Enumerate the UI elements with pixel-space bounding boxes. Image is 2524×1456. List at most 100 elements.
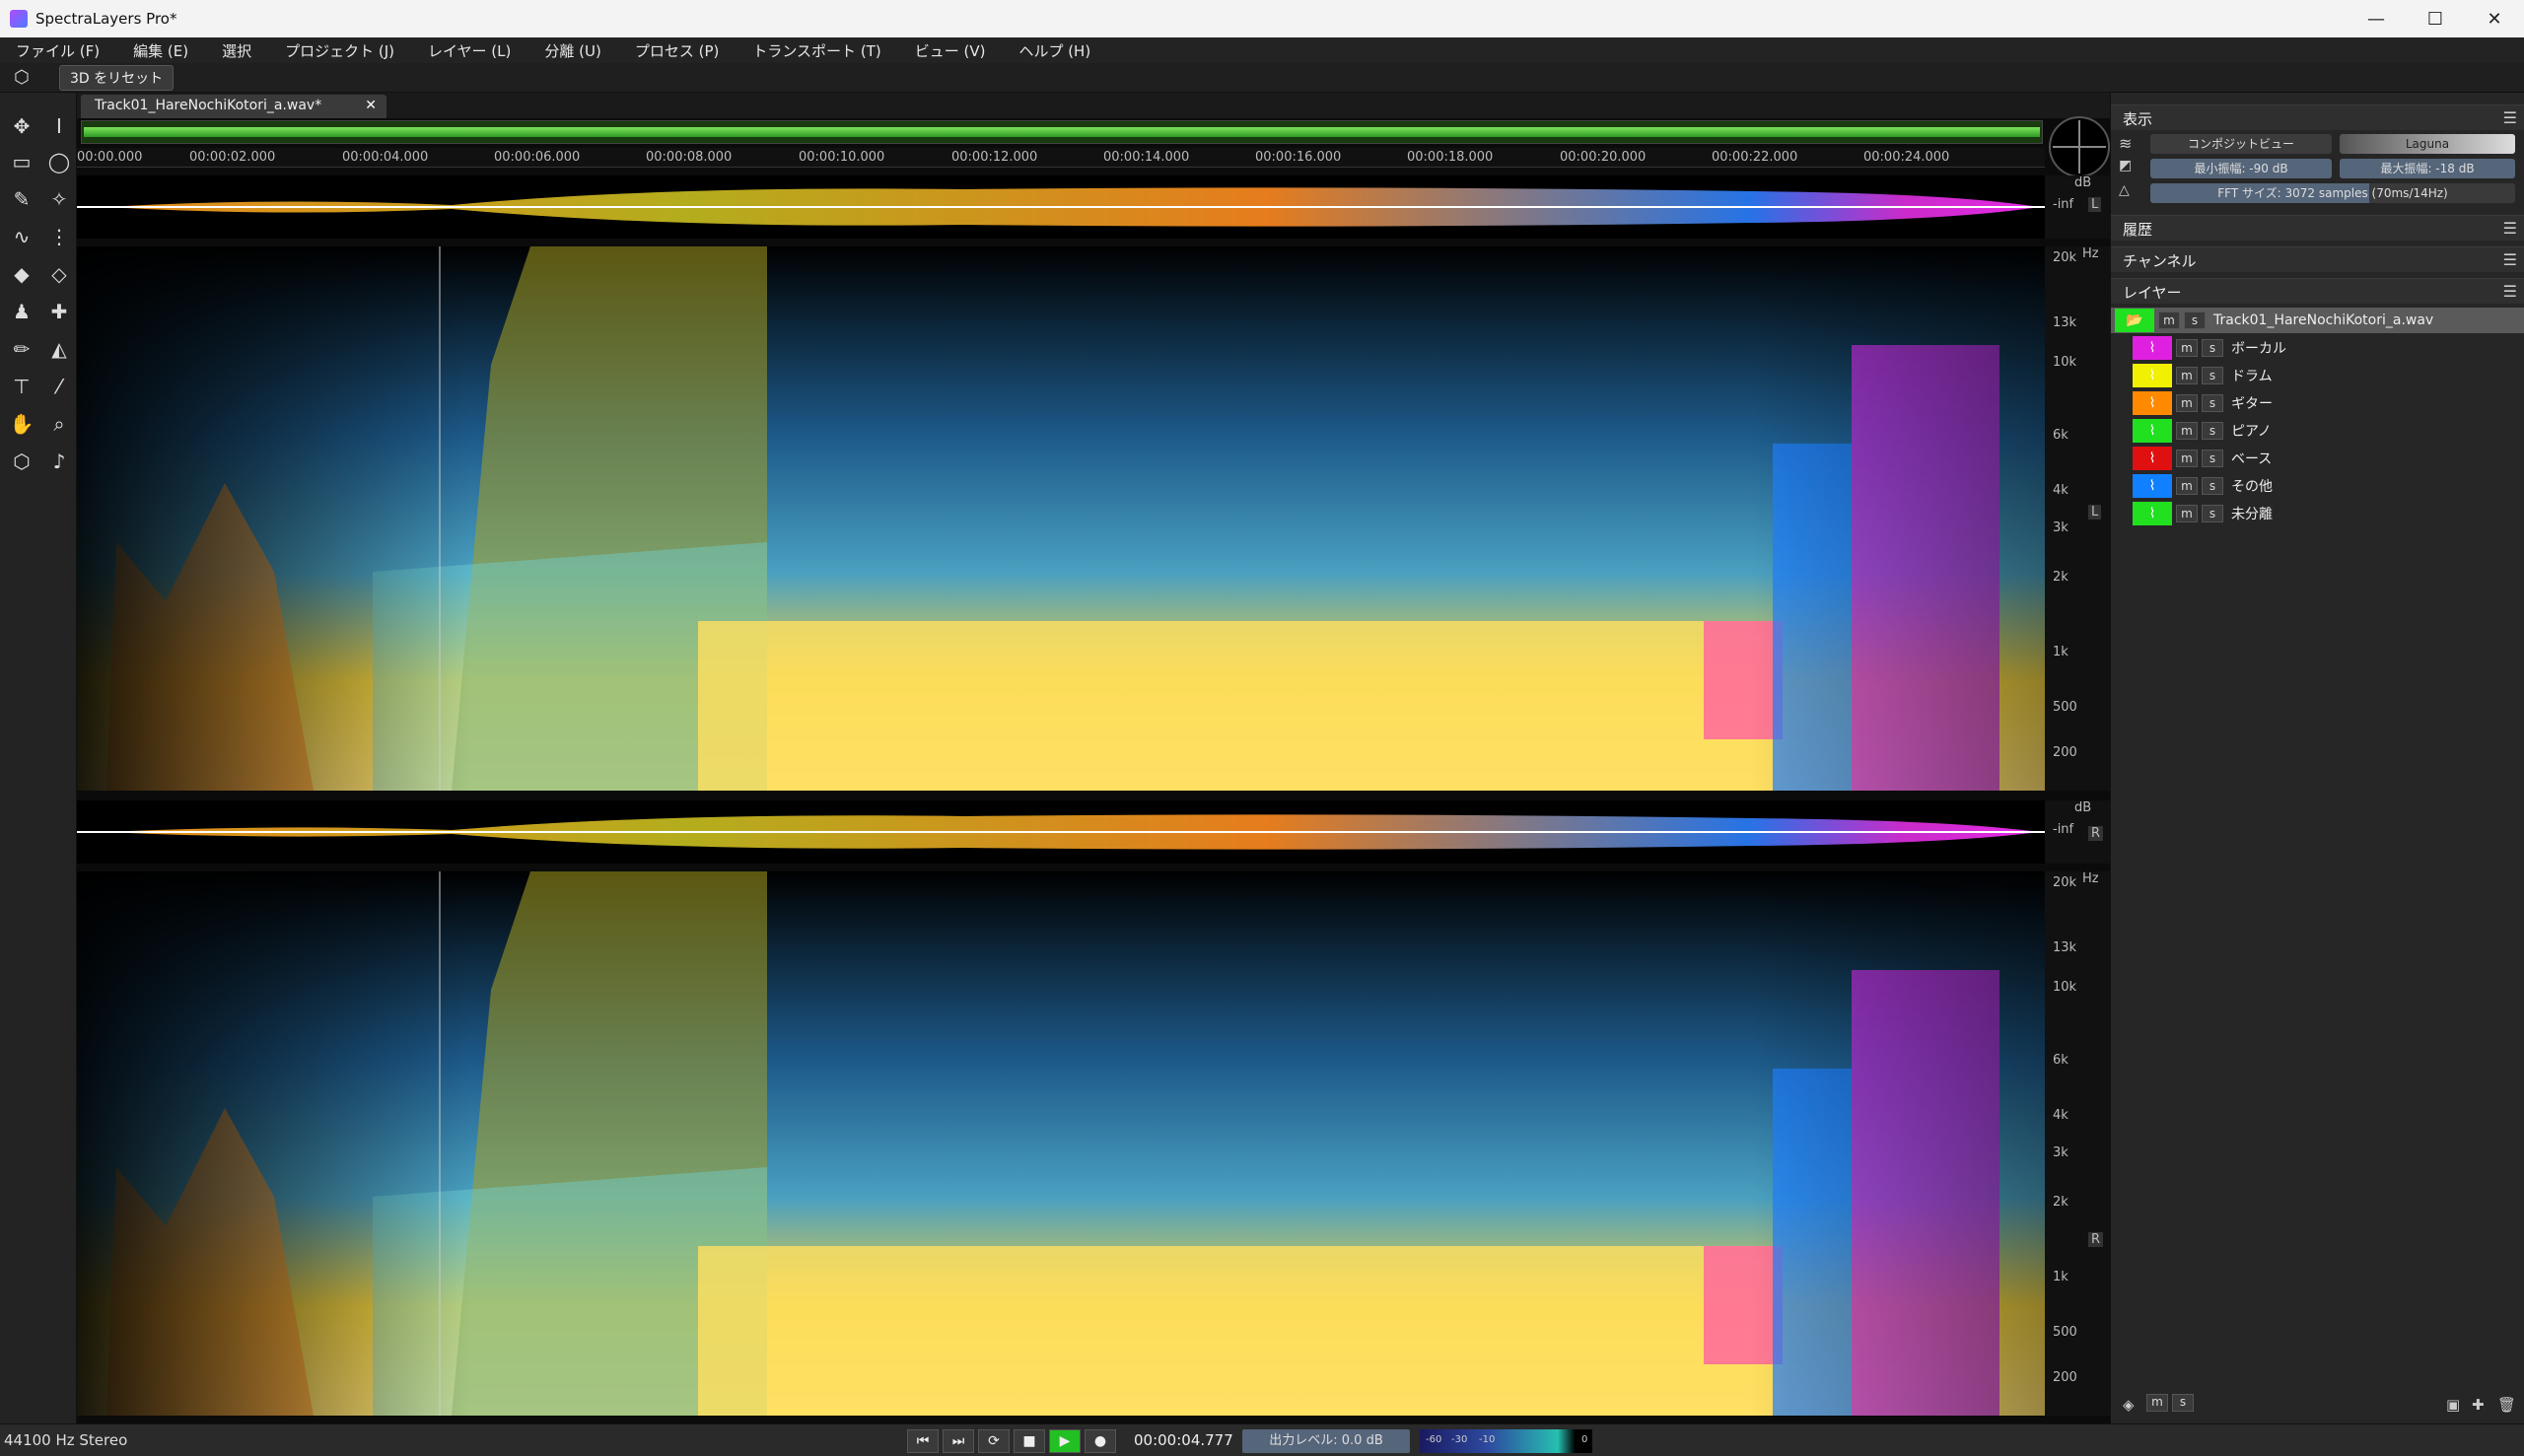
record-button[interactable]: ● xyxy=(1085,1429,1116,1453)
mute-button[interactable]: m xyxy=(2176,422,2198,440)
zoom-icon[interactable]: ⌕ xyxy=(43,408,75,440)
pencil-icon[interactable]: ✏ xyxy=(6,333,37,365)
menu-view[interactable]: ビュー (V) xyxy=(915,40,986,61)
go-to-start-button[interactable]: ⏮ xyxy=(907,1429,939,1453)
mute-button[interactable]: m xyxy=(2176,505,2198,522)
reset-3d-button[interactable]: 3D をリセット xyxy=(59,64,175,91)
menu-edit[interactable]: 編集 (E) xyxy=(133,40,188,61)
menu-select[interactable]: 選択 xyxy=(222,40,251,61)
eyedropper-icon[interactable]: ⁄ xyxy=(43,371,75,402)
solo-button[interactable]: s xyxy=(2202,339,2223,357)
db-scale-left: dB -inf L xyxy=(2045,175,2110,239)
solo-button[interactable]: s xyxy=(2202,394,2223,412)
lasso-icon[interactable]: ◯ xyxy=(43,146,75,177)
transient-select-icon[interactable]: ⋮ xyxy=(43,221,75,252)
harmonic-select-icon[interactable]: ∿ xyxy=(6,221,37,252)
layer-row[interactable]: ⌇ m s ドラム xyxy=(2133,363,2524,388)
solo-button[interactable]: s xyxy=(2202,422,2223,440)
display-panel-header[interactable]: 表示 ☰ xyxy=(2111,104,2524,130)
menu-transport[interactable]: トランスポート (T) xyxy=(752,40,880,61)
amplitude-eraser-icon[interactable]: ◇ xyxy=(43,258,75,290)
close-button[interactable]: ✕ xyxy=(2465,0,2524,37)
mute-button[interactable]: m xyxy=(2176,394,2198,412)
layer-row[interactable]: ⌇ m s 未分離 xyxy=(2133,501,2524,526)
waveform-left[interactable] xyxy=(77,175,2045,239)
menu-help[interactable]: ヘルプ (H) xyxy=(1018,40,1090,61)
hamburger-icon[interactable]: ☰ xyxy=(2503,219,2517,238)
overview-bar[interactable] xyxy=(81,120,2043,144)
solo-button[interactable]: s xyxy=(2202,505,2223,522)
hamburger-icon[interactable]: ☰ xyxy=(2503,250,2517,269)
layer-row[interactable]: ⌇ m s ベース xyxy=(2133,446,2524,471)
layers-panel-header[interactable]: レイヤー ☰ xyxy=(2111,278,2524,304)
mute-button[interactable]: m xyxy=(2158,312,2180,329)
new-folder-icon[interactable]: ▣ xyxy=(2446,1396,2460,1414)
solo-button[interactable]: s xyxy=(2202,477,2223,495)
solo-button[interactable]: s xyxy=(2184,312,2206,329)
3d-navigator-icon[interactable] xyxy=(2049,116,2110,177)
close-tab-icon[interactable]: ✕ xyxy=(365,98,377,113)
track-layer[interactable]: 📂 m s Track01_HareNochiKotori_a.wav xyxy=(2111,308,2524,333)
heal-icon[interactable]: ✚ xyxy=(43,296,75,327)
move-tool-icon[interactable]: ✥ xyxy=(6,110,37,142)
hz-unit: Hz xyxy=(2082,871,2099,886)
max-amplitude-slider[interactable]: 最大振幅: -18 dB xyxy=(2340,159,2515,178)
layer-row[interactable]: ⌇ m s ギター xyxy=(2133,390,2524,416)
menu-process[interactable]: プロセス (P) xyxy=(635,40,720,61)
maximize-button[interactable]: ☐ xyxy=(2406,0,2465,37)
min-amplitude-slider[interactable]: 最小振幅: -90 dB xyxy=(2150,159,2332,178)
hamburger-icon[interactable]: ☰ xyxy=(2503,282,2517,301)
time-select-icon[interactable]: I xyxy=(43,110,75,142)
fft-size-slider[interactable]: FFT サイズ: 3072 samples (70ms/14Hz) xyxy=(2150,183,2515,203)
3d-view-icon[interactable]: ⬡ xyxy=(6,446,37,477)
mute-button[interactable]: m xyxy=(2176,367,2198,384)
mute-button[interactable]: m xyxy=(2176,477,2198,495)
spectrogram-left[interactable] xyxy=(77,246,2045,791)
layer-row[interactable]: ⌇ m s その他 xyxy=(2133,473,2524,499)
file-tab[interactable]: Track01_HareNochiKotori_a.wav* ✕ xyxy=(81,95,386,118)
menu-file[interactable]: ファイル (F) xyxy=(16,40,100,61)
speaker-icon[interactable]: ♪ xyxy=(43,446,75,477)
go-to-end-button[interactable]: ⏭ xyxy=(943,1429,974,1453)
brush-select-icon[interactable]: ✎ xyxy=(6,183,37,215)
transform-icon[interactable]: ⊤ xyxy=(6,371,37,402)
solo-button[interactable]: s xyxy=(2202,450,2223,467)
layer-settings-icon[interactable]: ◈ xyxy=(2123,1396,2135,1414)
freq-label: 20k xyxy=(2053,250,2077,265)
history-panel-header[interactable]: 履歴 ☰ xyxy=(2111,215,2524,241)
menu-layer[interactable]: レイヤー (L) xyxy=(428,40,511,61)
mute-button[interactable]: m xyxy=(2176,450,2198,467)
hamburger-icon[interactable]: ☰ xyxy=(2503,108,2517,127)
ruler-tick: 00:00:16.000 xyxy=(1255,150,1342,165)
minimize-button[interactable]: — xyxy=(2347,0,2406,37)
output-level-slider[interactable]: 出力レベル: 0.0 dB xyxy=(1242,1429,1410,1453)
solo-button[interactable]: s xyxy=(2202,367,2223,384)
composite-view-button[interactable]: コンポジットビュー xyxy=(2150,134,2332,154)
time-ruler[interactable]: 00:00.000 00:00:02.000 00:00:04.000 00:0… xyxy=(77,148,2045,168)
hand-icon[interactable]: ✋ xyxy=(6,408,37,440)
magic-wand-icon[interactable]: ✧ xyxy=(43,183,75,215)
rect-select-icon[interactable]: ▭ xyxy=(6,146,37,177)
footer-mute-button[interactable]: m xyxy=(2146,1394,2168,1412)
fill-icon[interactable]: ◭ xyxy=(43,333,75,365)
stop-button[interactable]: ■ xyxy=(1014,1429,1045,1453)
play-button[interactable]: ▶ xyxy=(1049,1429,1081,1453)
layer-row[interactable]: ⌇ m s ピアノ xyxy=(2133,418,2524,444)
trash-icon[interactable]: 🗑 xyxy=(2497,1396,2516,1414)
layer-row[interactable]: ⌇ m s ボーカル xyxy=(2133,335,2524,361)
menu-project[interactable]: プロジェクト (J) xyxy=(285,40,394,61)
cube-icon[interactable]: ⬡ xyxy=(14,67,30,88)
new-layer-icon[interactable]: ✚ xyxy=(2472,1396,2485,1414)
spectrogram-right[interactable] xyxy=(77,871,2045,1416)
menu-unmix[interactable]: 分離 (U) xyxy=(544,40,600,61)
palette-select[interactable]: Laguna xyxy=(2340,134,2515,154)
footer-solo-button[interactable]: s xyxy=(2172,1394,2194,1412)
eraser-icon[interactable]: ◆ xyxy=(6,258,37,290)
layers-icon[interactable]: ≋ xyxy=(2119,134,2132,153)
mute-button[interactable]: m xyxy=(2176,339,2198,357)
loop-button[interactable]: ⟳ xyxy=(978,1429,1010,1453)
waveform-right[interactable] xyxy=(77,800,2045,864)
channel-panel-header[interactable]: チャンネル ☰ xyxy=(2111,246,2524,272)
db-scale-right: dB -inf R xyxy=(2045,800,2110,864)
clone-stamp-icon[interactable]: ♟ xyxy=(6,296,37,327)
